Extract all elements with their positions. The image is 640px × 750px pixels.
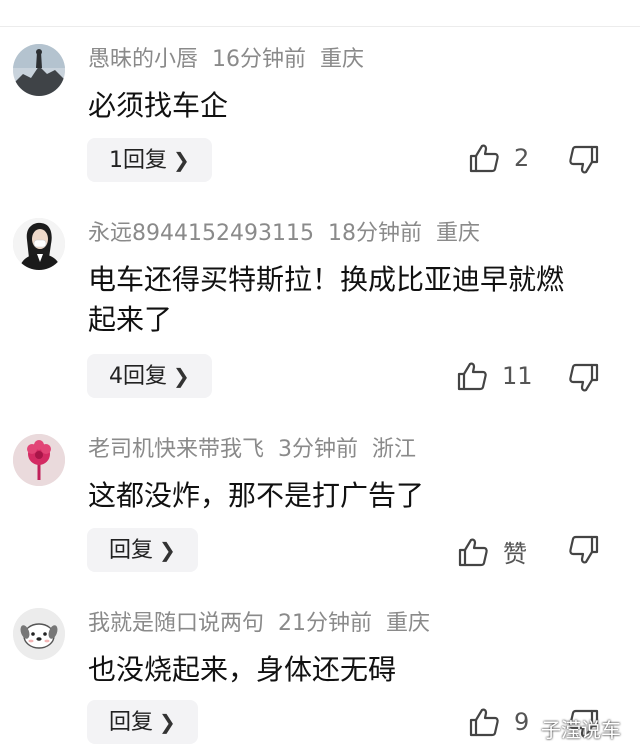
thumbs-up-icon: [469, 708, 499, 737]
chevron-right-icon: ❯: [159, 710, 176, 734]
thumbs-down-icon: [569, 363, 599, 392]
avatar[interactable]: [13, 218, 65, 270]
avatar[interactable]: [13, 434, 65, 486]
like-button[interactable]: 9: [468, 706, 529, 738]
thumbs-down-icon: [569, 535, 599, 564]
comment-meta: 愚昧的小唇 16分钟前 重庆: [88, 45, 378, 75]
dislike-button[interactable]: [568, 534, 600, 566]
like-count: 9: [514, 708, 530, 736]
reply-button[interactable]: 1回复 ❯: [87, 138, 212, 182]
like-count: 11: [502, 362, 533, 390]
comment-text: 这都没炸，那不是打广告了: [88, 479, 425, 512]
dog-face-avatar-icon: [13, 608, 65, 660]
comment-meta: 永远8944152493115 18分钟前 重庆: [88, 219, 494, 249]
comment-location: 浙江: [372, 437, 417, 462]
reply-button[interactable]: 4回复 ❯: [87, 354, 212, 398]
reply-label: 4回复: [109, 364, 167, 389]
avatar[interactable]: [13, 44, 65, 96]
red-flower-avatar-icon: [13, 434, 65, 486]
comment-text: 也没烧起来，身体还无碍: [88, 653, 397, 686]
dislike-button[interactable]: [568, 144, 600, 176]
like-button[interactable]: 11: [456, 360, 533, 392]
comment-time: 16分钟前: [212, 47, 307, 72]
comment-meta: 我就是随口说两句 21分钟前 重庆: [88, 609, 444, 639]
like-button[interactable]: 2: [468, 142, 529, 174]
chevron-right-icon: ❯: [173, 148, 190, 172]
username[interactable]: 老司机快来带我飞: [88, 437, 264, 462]
comment-location: 重庆: [386, 611, 431, 636]
reply-label: 回复: [109, 710, 154, 735]
thumbs-up-icon: [469, 144, 499, 173]
comment-location: 重庆: [435, 221, 480, 246]
like-count: 2: [514, 144, 530, 172]
comment-time: 18分钟前: [327, 221, 422, 246]
chevron-right-icon: ❯: [173, 364, 190, 388]
watermark: 子滢说车: [541, 718, 621, 742]
comment-text: 电车还得买特斯拉！换成比亚迪早就燃起来了: [88, 263, 565, 336]
mountain-landscape-avatar-icon: [13, 44, 65, 96]
comment-meta: 老司机快来带我飞 3分钟前 浙江: [88, 435, 430, 465]
top-divider: [0, 26, 640, 27]
like-button[interactable]: 赞: [457, 534, 527, 569]
thumbs-up-icon: [457, 362, 487, 391]
chevron-right-icon: ❯: [159, 538, 176, 562]
username[interactable]: 我就是随口说两句: [88, 611, 264, 636]
avatar[interactable]: [13, 608, 65, 660]
username[interactable]: 愚昧的小唇: [88, 47, 198, 72]
reply-button[interactable]: 回复 ❯: [87, 700, 198, 744]
reply-label: 1回复: [109, 148, 167, 173]
thumbs-down-icon: [569, 145, 599, 174]
reply-button[interactable]: 回复 ❯: [87, 528, 198, 572]
like-count: 赞: [503, 540, 527, 568]
comment-text: 必须找车企: [88, 89, 229, 122]
comment-time: 21分钟前: [278, 611, 373, 636]
comment-location: 重庆: [320, 47, 365, 72]
thumbs-up-icon: [458, 538, 488, 566]
reply-label: 回复: [109, 538, 154, 563]
comment-time: 3分钟前: [278, 437, 359, 462]
woman-portrait-avatar-icon: [13, 218, 65, 270]
dislike-button[interactable]: [568, 362, 600, 394]
username[interactable]: 永远8944152493115: [88, 221, 314, 246]
